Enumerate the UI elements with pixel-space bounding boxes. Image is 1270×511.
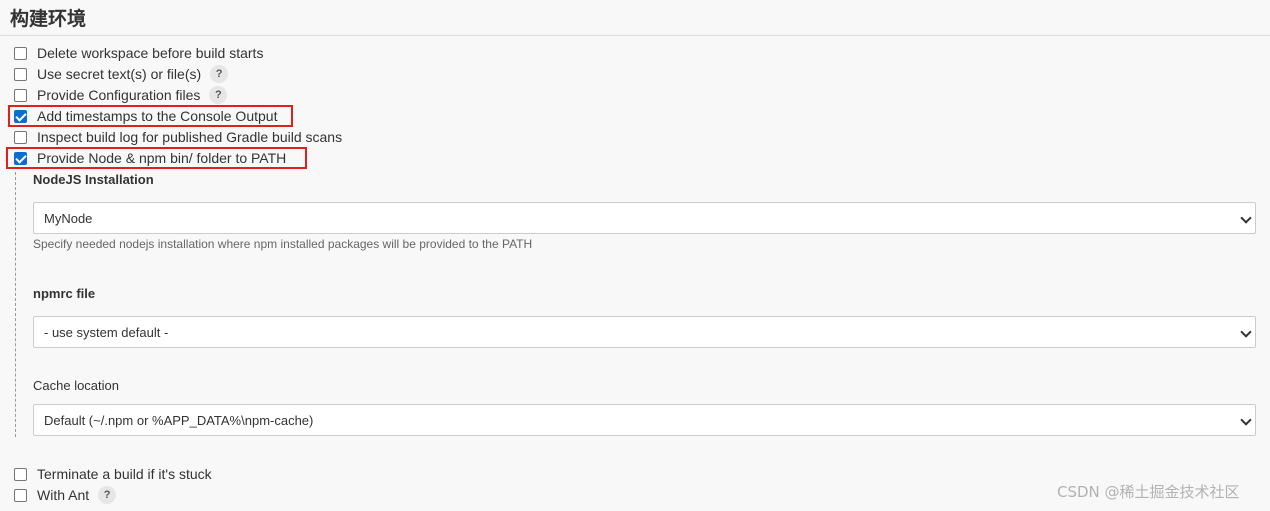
nodejs-installation-help: Specify needed nodejs installation where… (33, 237, 533, 251)
config-files-checkbox[interactable] (14, 88, 27, 102)
gradle-scans-checkbox[interactable] (14, 130, 27, 144)
question-mark-icon[interactable]: ? (98, 486, 117, 504)
option-gradle-scans[interactable]: Inspect build log for published Gradle b… (14, 127, 342, 147)
question-mark-icon[interactable]: ? (209, 86, 228, 104)
cache-location-select[interactable]: Default (~/.npm or %APP_DATA%\npm-cache) (33, 404, 1256, 436)
secret-text-checkbox[interactable] (14, 67, 27, 81)
gradle-scans-label: Inspect build log for published Gradle b… (37, 129, 343, 145)
option-secret-text[interactable]: Use secret text(s) or file(s) ? (14, 64, 229, 84)
with-ant-checkbox[interactable] (14, 488, 27, 502)
config-files-label: Provide Configuration files (37, 87, 201, 103)
chevron-down-icon (1240, 414, 1252, 426)
terminate-stuck-label: Terminate a build if it's stuck (37, 466, 212, 482)
secret-text-label: Use secret text(s) or file(s) (37, 66, 202, 82)
chevron-down-icon (1240, 326, 1252, 338)
delete-workspace-label: Delete workspace before build starts (37, 45, 264, 61)
option-with-ant[interactable]: With Ant ? (14, 485, 117, 505)
nodejs-installation-label: NodeJS Installation (33, 172, 154, 187)
npmrc-file-label: npmrc file (33, 286, 96, 301)
option-config-files[interactable]: Provide Configuration files ? (14, 85, 228, 105)
watermark: CSDN @稀土掘金技术社区 (1057, 483, 1240, 501)
cache-location-value: Default (~/.npm or %APP_DATA%\npm-cache) (44, 412, 314, 428)
with-ant-label: With Ant (37, 487, 90, 503)
nodejs-installation-value: MyNode (44, 210, 93, 226)
cache-location-label: Cache location (33, 378, 119, 393)
terminate-stuck-checkbox[interactable] (14, 467, 27, 481)
npmrc-file-value: - use system default - (44, 324, 169, 340)
npmrc-file-select[interactable]: - use system default - (33, 316, 1256, 348)
chevron-down-icon (1240, 212, 1252, 224)
section-divider (0, 35, 1270, 36)
section-title: 构建环境 (10, 8, 87, 30)
nodejs-installation-select[interactable]: MyNode (33, 202, 1256, 234)
option-delete-workspace[interactable]: Delete workspace before build starts (14, 43, 263, 63)
highlight-box-timestamps (8, 105, 293, 127)
nested-section-guide (15, 172, 16, 437)
option-terminate-stuck[interactable]: Terminate a build if it's stuck (14, 464, 212, 484)
highlight-box-node-npm (6, 147, 307, 169)
question-mark-icon[interactable]: ? (210, 65, 229, 83)
delete-workspace-checkbox[interactable] (14, 46, 27, 60)
